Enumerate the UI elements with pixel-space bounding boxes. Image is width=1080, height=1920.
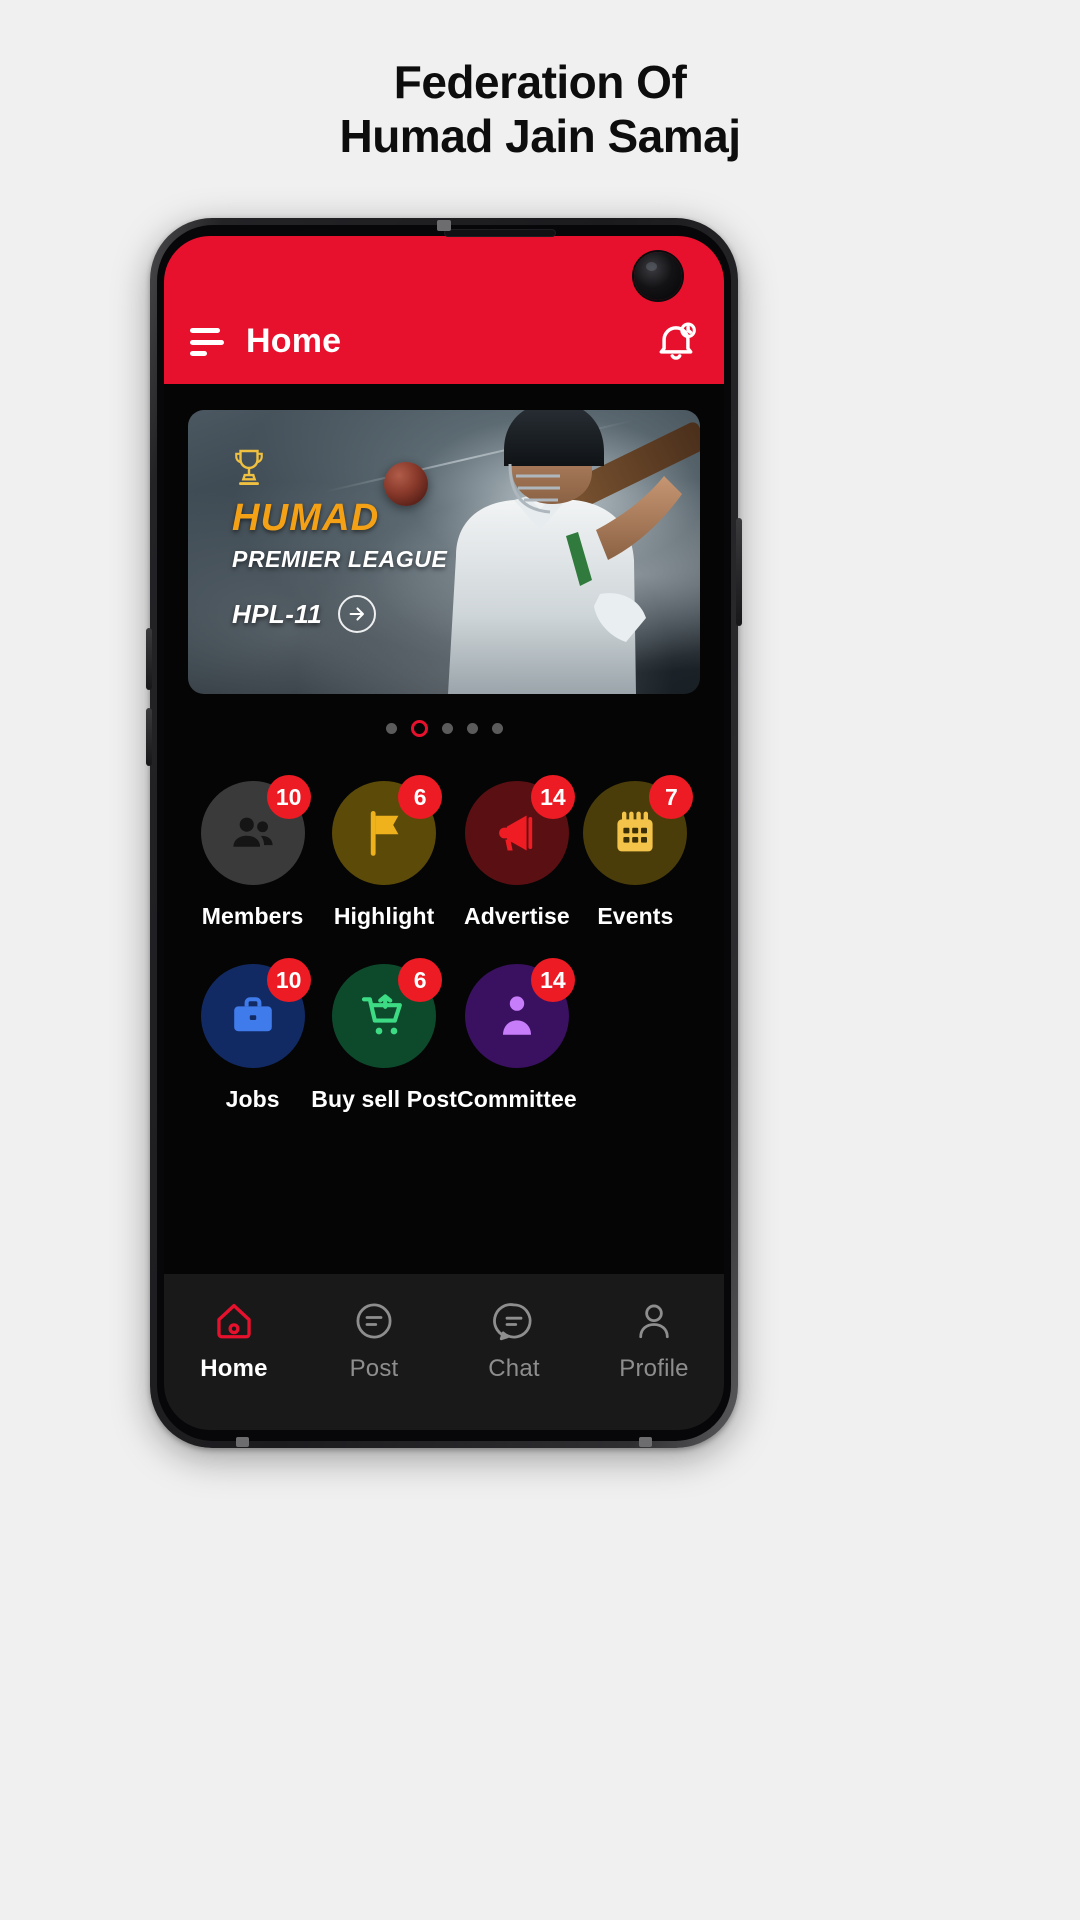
top-sensor xyxy=(437,220,451,231)
grid-tile-committee[interactable]: 14 Committee xyxy=(456,958,577,1113)
badge-advertise: 14 xyxy=(530,775,575,819)
tile-label-buy-sell-post: Buy sell Post xyxy=(311,1086,457,1112)
tile-icon-wrap: 10 xyxy=(200,775,311,885)
screen-content: HUMAD PREMIER LEAGUE HPL-11 10 Members 6… xyxy=(164,384,724,1430)
shortcut-grid: 10 Members 6 Highlight 14 Advertise 7 Ev… xyxy=(164,737,724,1113)
nav-label-profile: Profile xyxy=(619,1355,689,1382)
page-title-line-2: Humad Jain Samaj xyxy=(339,110,741,163)
nav-label-post: Post xyxy=(349,1355,399,1382)
grid-tile-highlight[interactable]: 6 Highlight xyxy=(311,775,457,930)
post-icon xyxy=(356,1303,392,1339)
banner-season-label: HPL-11 xyxy=(232,598,323,629)
badge-events: 7 xyxy=(649,775,694,819)
grid-tile-jobs[interactable]: 10 Jobs xyxy=(194,958,311,1113)
tile-label-committee: Committee xyxy=(456,1086,577,1112)
carousel-dots[interactable] xyxy=(164,720,724,737)
carousel-dot-5[interactable] xyxy=(491,723,503,734)
bottom-mark-right xyxy=(639,1437,652,1447)
app-bar-title: Home xyxy=(246,322,342,360)
megaphone-glyph xyxy=(498,815,533,851)
tile-label-jobs: Jobs xyxy=(225,1086,280,1112)
hamburger-menu-icon[interactable] xyxy=(190,328,224,356)
badge-highlight: 6 xyxy=(398,775,443,819)
home-icon xyxy=(217,1303,251,1339)
tile-icon-wrap: 6 xyxy=(332,775,443,885)
promo-banner[interactable]: HUMAD PREMIER LEAGUE HPL-11 xyxy=(188,410,700,694)
badge-jobs: 10 xyxy=(266,958,311,1002)
tile-icon-wrap: 14 xyxy=(464,958,575,1068)
grid-tile-events[interactable]: 7 Events xyxy=(577,775,694,930)
grid-tile-buy-sell-post[interactable]: 6 Buy sell Post xyxy=(311,958,457,1113)
phone-mockup: Home HUMAD PREMIER LEAGUE HPL-11 10 Memb… xyxy=(146,218,742,1448)
bottom-navigation: Home Post Chat Profile xyxy=(164,1274,724,1430)
tile-icon-wrap: 7 xyxy=(583,775,694,885)
briefcase-glyph xyxy=(233,997,272,1032)
grid-tile-advertise[interactable]: 14 Advertise xyxy=(457,775,577,930)
front-camera xyxy=(634,252,682,300)
carousel-dot-4[interactable] xyxy=(466,723,478,734)
nav-item-home[interactable]: Home xyxy=(164,1300,304,1383)
tile-icon-wrap: 14 xyxy=(464,775,575,885)
bell-icon[interactable] xyxy=(654,320,698,364)
flag-glyph xyxy=(370,811,399,856)
banner-title: HUMAD xyxy=(232,497,380,539)
volume-up-button[interactable] xyxy=(146,628,152,690)
power-button[interactable] xyxy=(736,518,742,626)
cricket-ball-icon xyxy=(384,462,428,506)
banner-season-row[interactable]: HPL-11 xyxy=(232,595,447,633)
grid-empty-slot xyxy=(577,964,694,1113)
badge-buy-sell-post: 6 xyxy=(398,958,443,1002)
nav-label-chat: Chat xyxy=(488,1355,540,1382)
grid-tile-members[interactable]: 10 Members xyxy=(194,775,311,930)
nav-item-profile[interactable]: Profile xyxy=(584,1300,724,1383)
tile-label-highlight: Highlight xyxy=(333,903,435,929)
badge-members: 10 xyxy=(266,775,311,819)
banner-subtitle: PREMIER LEAGUE xyxy=(232,546,448,572)
calendar-glyph xyxy=(617,811,653,852)
nav-label-home: Home xyxy=(200,1355,268,1382)
tile-icon-wrap: 6 xyxy=(332,958,443,1068)
tile-label-members: Members xyxy=(201,903,304,929)
earpiece-speaker xyxy=(444,229,556,237)
members-group-glyph xyxy=(233,817,273,847)
carousel-dot-3[interactable] xyxy=(441,723,453,734)
page-title: Federation Of Humad Jain Samaj xyxy=(0,0,1080,164)
nav-item-chat[interactable]: Chat xyxy=(444,1300,584,1383)
carousel-dot-2[interactable] xyxy=(410,720,428,737)
nav-item-post[interactable]: Post xyxy=(304,1300,444,1383)
bottom-mark-left xyxy=(236,1437,249,1447)
profile-icon xyxy=(639,1304,669,1339)
page-title-line-1: Federation Of xyxy=(393,56,687,108)
trophy-icon xyxy=(235,449,263,486)
user-badge-glyph xyxy=(502,996,531,1035)
tile-icon-wrap: 10 xyxy=(200,958,311,1068)
arrow-right-icon[interactable] xyxy=(338,595,377,633)
phone-screen: Home HUMAD PREMIER LEAGUE HPL-11 10 Memb… xyxy=(164,236,724,1430)
volume-down-button[interactable] xyxy=(146,708,152,766)
shopping-cart-glyph xyxy=(362,994,403,1035)
tile-label-events: Events xyxy=(597,903,674,929)
chat-icon xyxy=(493,1303,532,1341)
tile-label-advertise: Advertise xyxy=(464,903,570,929)
badge-committee: 14 xyxy=(530,958,575,1002)
carousel-dot-1[interactable] xyxy=(385,723,397,734)
